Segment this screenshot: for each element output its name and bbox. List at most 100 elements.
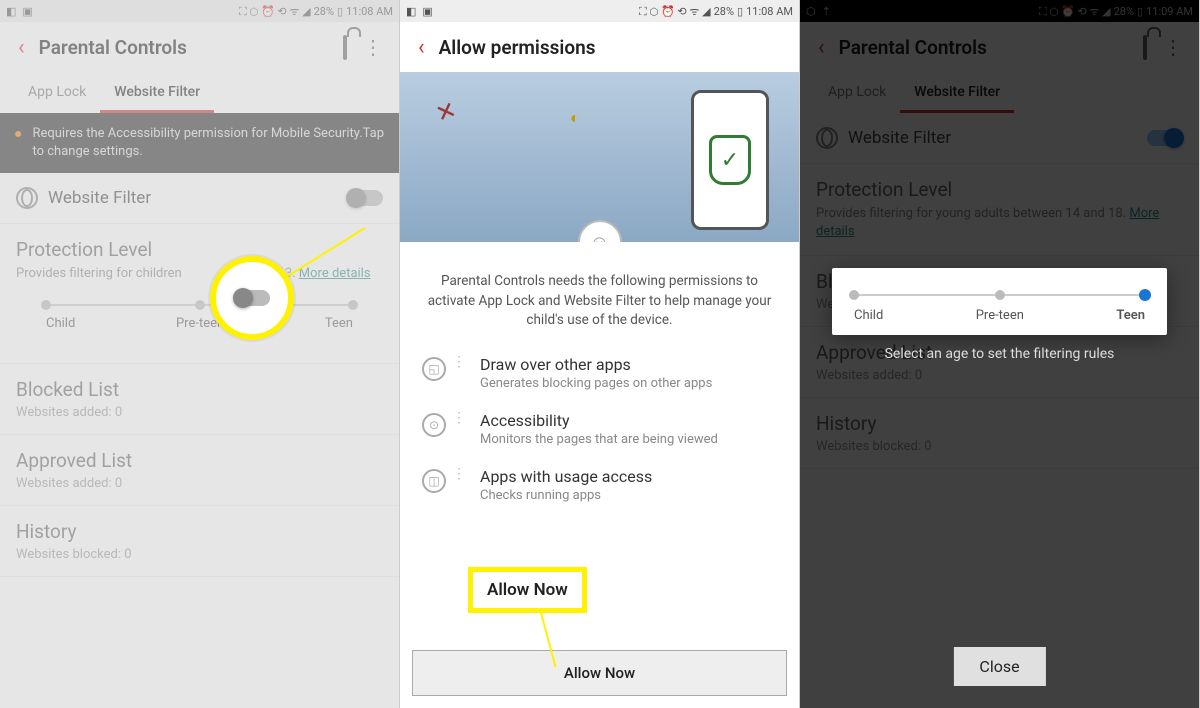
website-filter-row: Website Filter [0, 173, 399, 224]
history-sub: Websites blocked: 0 [16, 547, 383, 562]
approved-sub: Websites added: 0 [816, 368, 1183, 383]
tab-website-filter[interactable]: Website Filter [100, 72, 214, 113]
more-details-link[interactable]: More details [299, 266, 371, 281]
dots-icon: ⋮ [452, 359, 466, 365]
battery-icon: ▯ [337, 5, 343, 18]
perm-usage-access: ◫ ⋮ Apps with usage accessChecks running… [400, 457, 799, 513]
overlay-icon: ◱ [422, 357, 446, 381]
notif-icon: ⇡ [822, 5, 831, 18]
website-filter-toggle[interactable] [1147, 130, 1183, 146]
banner-text: Requires the Accessibility permission fo… [32, 125, 385, 161]
level-teen[interactable]: Teen [325, 316, 353, 331]
approved-sub: Websites added: 0 [16, 476, 383, 491]
back-button[interactable]: ‹ [10, 35, 33, 60]
accessibility-icon: ⊙ [422, 413, 446, 437]
screen-2-allow-permissions: ◧▣ ⛶ ⬡ ⏰ ⟲ ᯤ ◢ 28% ▯ 11:08 AM ‹ Allow pe… [400, 0, 800, 708]
hero-illustration: ✕ ◐ ✓ ☺ [400, 72, 799, 242]
page-title: Parental Controls [839, 36, 1135, 59]
perm-desc: Generates blocking pages on other apps [480, 376, 712, 391]
protection-desc: Provides filtering for children and 13. … [16, 265, 383, 283]
tab-bar: App Lock Website Filter [0, 72, 399, 113]
accessibility-warning-banner[interactable]: ● Requires the Accessibility permission … [0, 113, 399, 173]
overflow-menu-icon[interactable]: ⋮ [355, 35, 389, 59]
clock-text: 11:08 AM [746, 5, 793, 18]
blocked-sub: Websites added: 0 [16, 405, 383, 420]
back-button[interactable]: ‹ [410, 35, 433, 60]
tab-website-filter[interactable]: Website Filter [900, 72, 1014, 113]
notif-icon: ⬡ [806, 5, 816, 18]
status-bar: ◧ ▣ ⛶ ⬡ ⏰ ⟲ ᯤ ◢ 28% ▯ 11:08 AM [0, 0, 399, 22]
warning-icon: ● [14, 125, 22, 161]
perm-title: Apps with usage access [480, 467, 652, 486]
usage-icon: ◫ [422, 469, 446, 493]
popup-hint: Select an age to set the filtering rules [832, 345, 1167, 365]
status-bar: ⬡ ⇡ ⛶ ⬡ ⏰ ⟲ ᯤ ◢ 28% ▯ 11:09 AM [800, 0, 1199, 22]
status-icons: ⛶ ⬡ ⏰ ⟲ ᯤ ◢ [1039, 4, 1111, 19]
dots-icon: ⋮ [452, 415, 466, 421]
phone-illustration: ✓ [691, 90, 769, 230]
allow-now-button[interactable]: Allow Now [412, 650, 787, 696]
age-slider-card: Child Pre-teen Teen [832, 268, 1167, 335]
protection-desc: Provides filtering for young adults betw… [816, 205, 1183, 241]
close-button[interactable]: Close [953, 647, 1045, 686]
battery-text: 28% [1114, 5, 1134, 18]
age-selector-popup: Child Pre-teen Teen Select an age to set… [832, 268, 1167, 365]
tab-bar: App Lock Website Filter [800, 72, 1199, 113]
level-preteen[interactable]: Pre-teen [976, 308, 1024, 323]
protection-level-section: Protection Level Provides filtering for … [800, 164, 1199, 256]
screen-1-parental-controls: ◧ ▣ ⛶ ⬡ ⏰ ⟲ ᯤ ◢ 28% ▯ 11:08 AM ‹ Parental… [0, 0, 400, 708]
history-sub: Websites blocked: 0 [816, 439, 1183, 454]
toolbar: ‹ Allow permissions [400, 22, 799, 72]
history-title: History [816, 412, 876, 435]
battery-text: 28% [714, 5, 734, 18]
history-row[interactable]: History Websites blocked: 0 [0, 506, 399, 577]
blocked-title: Blocked List [16, 378, 119, 401]
globe-icon [816, 127, 838, 149]
blocked-list-row[interactable]: Blocked List Websites added: 0 [0, 364, 399, 435]
tab-app-lock[interactable]: App Lock [814, 72, 900, 113]
lock-icon[interactable] [335, 37, 355, 58]
dots-icon: ⋮ [452, 471, 466, 477]
protection-title: Protection Level [816, 178, 952, 201]
notif-icon: ▣ [422, 5, 432, 18]
perm-title: Accessibility [480, 411, 718, 430]
website-filter-toggle[interactable] [347, 190, 383, 206]
clock-text: 11:08 AM [346, 5, 393, 18]
status-bar: ◧▣ ⛶ ⬡ ⏰ ⟲ ᯤ ◢ 28% ▯ 11:08 AM [400, 0, 799, 22]
lock-icon[interactable] [1135, 37, 1155, 58]
website-filter-label: Website Filter [848, 128, 951, 148]
status-icons: ⛶ ⬡ ⏰ ⟲ ᯤ ◢ [239, 4, 311, 19]
shield-check-icon: ✓ [709, 135, 751, 185]
battery-text: 28% [314, 5, 334, 18]
approved-title: Approved List [16, 449, 132, 472]
page-title: Parental Controls [39, 36, 335, 59]
back-button[interactable]: ‹ [810, 35, 833, 60]
notif-icon: ▣ [22, 5, 32, 18]
perm-title: Draw over other apps [480, 355, 712, 374]
website-filter-label: Website Filter [48, 188, 151, 208]
perm-draw-over-apps: ◱ ⋮ Draw over other apps Generates blocki… [400, 345, 799, 401]
clock-text: 11:09 AM [1146, 5, 1193, 18]
screen-3-protection-level: ⬡ ⇡ ⛶ ⬡ ⏰ ⟲ ᯤ ◢ 28% ▯ 11:09 AM ‹ Parental… [800, 0, 1200, 708]
level-child[interactable]: Child [46, 316, 75, 331]
page-title: Allow permissions [439, 36, 789, 59]
battery-icon: ▯ [737, 5, 743, 18]
notif-icon: ◧ [6, 5, 16, 18]
satellite-icon: ✕ [432, 95, 460, 128]
history-row[interactable]: History Websites blocked: 0 [800, 398, 1199, 469]
level-teen[interactable]: Teen [1116, 308, 1145, 323]
protection-level-section: Protection Level Provides filtering for … [0, 224, 399, 363]
toolbar: ‹ Parental Controls ⋮ [0, 22, 399, 72]
level-child[interactable]: Child [854, 308, 883, 323]
approved-list-row[interactable]: Approved List Websites added: 0 [0, 435, 399, 506]
clock-icon: ◐ [570, 108, 580, 128]
globe-icon [16, 187, 38, 209]
permissions-description: Parental Controls needs the following pe… [400, 242, 799, 345]
protection-level-slider[interactable]: Child Pre-teen Teen [16, 284, 383, 349]
allow-now-callout: Allow Now [468, 567, 587, 613]
callout-toggle-icon [234, 290, 270, 306]
battery-icon: ▯ [1137, 5, 1143, 18]
overflow-menu-icon[interactable]: ⋮ [1155, 35, 1189, 59]
website-filter-row: Website Filter [800, 113, 1199, 164]
tab-app-lock[interactable]: App Lock [14, 72, 100, 113]
